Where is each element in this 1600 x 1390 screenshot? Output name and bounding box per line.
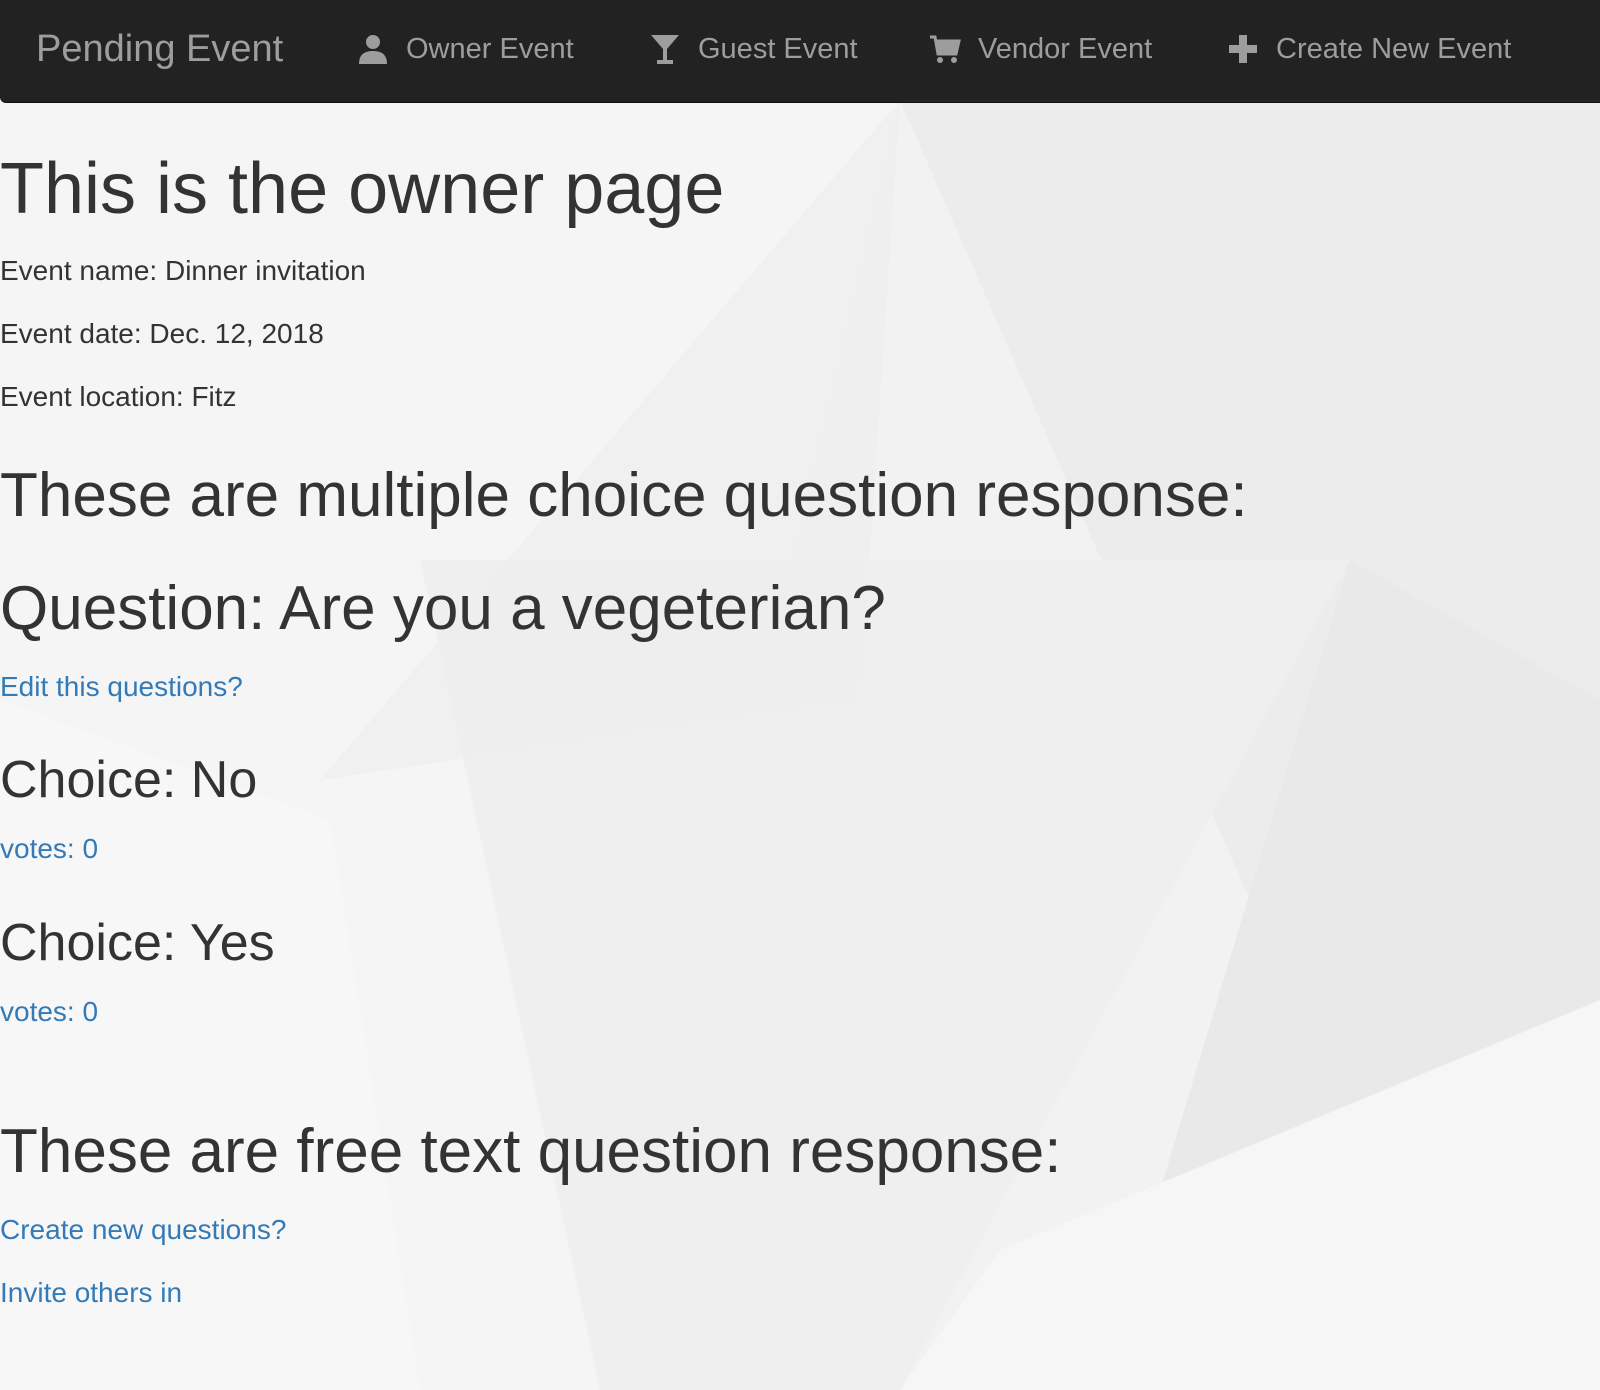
question-text: Question: Are you a vegeterian? — [0, 574, 886, 643]
invite-others-link[interactable]: Invite others in — [0, 1275, 182, 1311]
page-title: This is the owner page — [0, 149, 725, 229]
choice-label: Choice: No — [0, 751, 258, 809]
shopping-cart-icon — [928, 32, 962, 66]
edit-question-link[interactable]: Edit this questions? — [0, 669, 243, 705]
nav-create-new-event[interactable]: Create New Event — [1226, 0, 1511, 98]
brand-link[interactable]: Pending Event — [36, 0, 283, 98]
multiple-choice-heading: These are multiple choice question respo… — [0, 461, 1248, 530]
free-text-heading: These are free text question response: — [0, 1117, 1062, 1186]
nav-guest-event[interactable]: Guest Event — [648, 0, 858, 98]
nav-create-new-event-label: Create New Event — [1276, 32, 1512, 65]
top-navbar: Pending Event Owner Event Guest Event Ve… — [0, 0, 1600, 102]
event-name: Event name: Dinner invitation — [0, 255, 366, 286]
create-question-link[interactable]: Create new questions? — [0, 1212, 286, 1248]
user-icon — [356, 32, 390, 66]
choice-votes[interactable]: votes: 0 — [0, 831, 98, 867]
choice-label: Choice: Yes — [0, 914, 275, 972]
plus-icon — [1226, 32, 1260, 66]
nav-vendor-event[interactable]: Vendor Event — [928, 0, 1152, 98]
event-date: Event date: Dec. 12, 2018 — [0, 318, 324, 349]
cocktail-glass-icon — [648, 32, 682, 66]
nav-guest-event-label: Guest Event — [698, 32, 858, 65]
nav-owner-event[interactable]: Owner Event — [356, 0, 574, 98]
nav-vendor-event-label: Vendor Event — [978, 32, 1153, 65]
nav-owner-event-label: Owner Event — [406, 32, 574, 65]
event-location: Event location: Fitz — [0, 381, 237, 412]
choice-votes[interactable]: votes: 0 — [0, 994, 98, 1030]
